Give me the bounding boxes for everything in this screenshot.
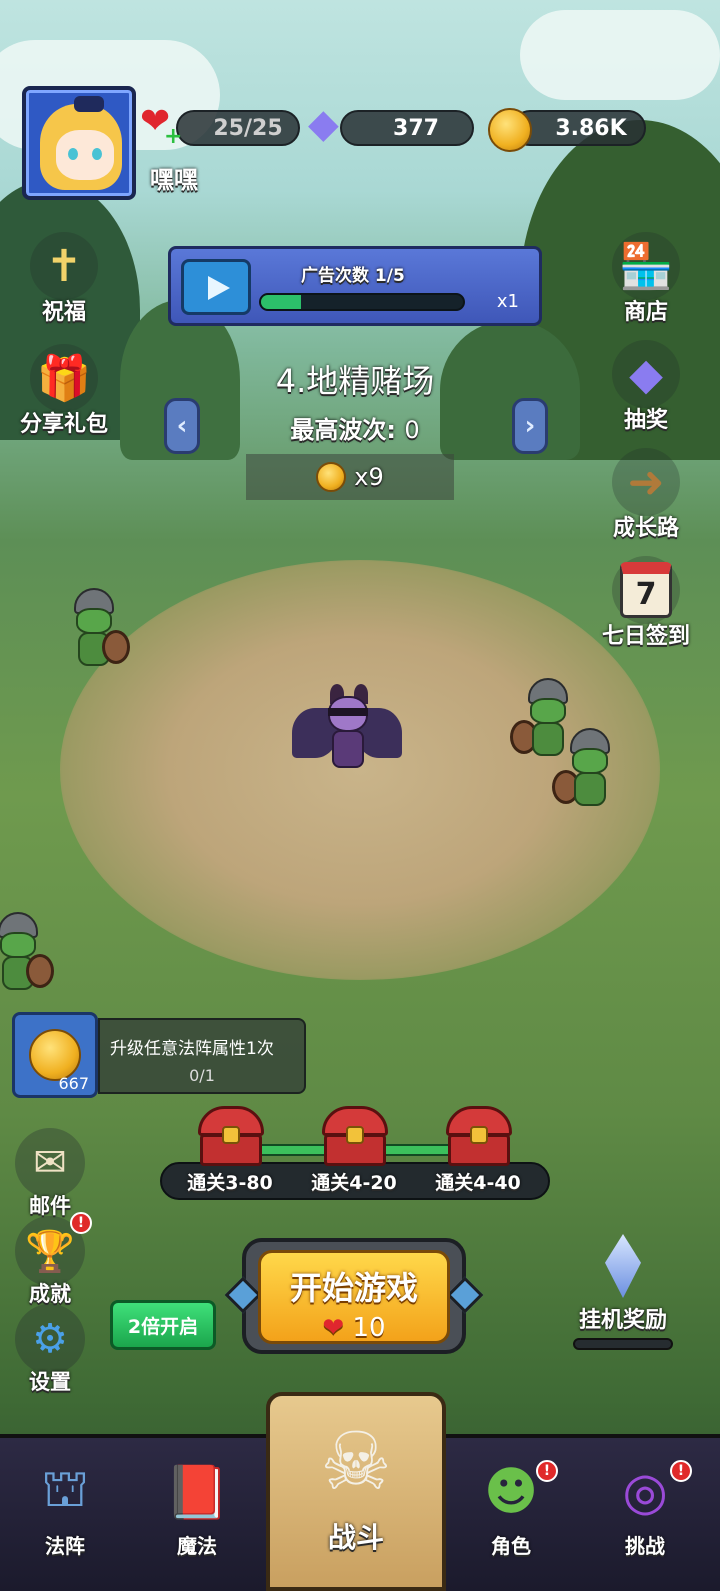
settings-label: 设置: [29, 1370, 71, 1394]
spellbook-icon: 📕: [164, 1462, 230, 1523]
chest-icon[interactable]: [198, 1106, 264, 1166]
challenge-alert-badge: !: [670, 1460, 692, 1482]
hearts-counter: 25/25: [176, 110, 300, 146]
chest-icon[interactable]: [446, 1106, 512, 1166]
seven-day-checkin-label: 七日签到: [601, 624, 690, 649]
next-level-arrow[interactable]: ›: [512, 398, 548, 454]
nav-formation[interactable]: ⛫ 法阵: [10, 1450, 120, 1559]
nav-challenge-label: 挑战: [625, 1534, 665, 1558]
envelope-icon: ✉: [15, 1128, 85, 1198]
calendar-day: 7: [620, 562, 672, 618]
settings-button[interactable]: ⚙ 设置: [12, 1304, 88, 1396]
goblin-enemy: [0, 912, 54, 998]
start-cost-value: 10: [352, 1313, 386, 1343]
nav-formation-label: 法阵: [45, 1534, 85, 1558]
nav-magic[interactable]: 📕 魔法: [142, 1450, 252, 1559]
shop-button[interactable]: 🏪 商店: [596, 232, 696, 326]
nav-battle[interactable]: ☠ 战斗: [266, 1392, 446, 1591]
calendar-icon: 7: [612, 556, 680, 624]
ad-count-label: 广告次数 1/5: [301, 266, 405, 286]
idle-reward-bar: [573, 1338, 673, 1350]
nav-character-label: 角色: [491, 1534, 531, 1558]
seven-day-checkin-button[interactable]: 7 七日签到: [596, 556, 696, 650]
achievements-alert-badge: !: [70, 1212, 92, 1234]
player-avatar[interactable]: [22, 86, 136, 200]
level-reward-amount: x9: [354, 463, 384, 491]
double-speed-button[interactable]: 2倍开启: [110, 1300, 216, 1350]
tower-icon: ⛫: [41, 1458, 89, 1519]
best-wave: 最高波次: 0: [200, 410, 510, 445]
lottery-button[interactable]: ◆ 抽奖: [596, 340, 696, 434]
coins-value: 3.86K: [555, 115, 627, 141]
growth-road-label: 成长路: [612, 516, 679, 541]
goblin-enemy: [552, 728, 618, 814]
idle-reward-label: 挂机奖励: [578, 1308, 667, 1333]
ad-progress-bar: [259, 293, 465, 311]
coin-icon: [488, 108, 532, 152]
gems-counter: 377: [340, 110, 474, 146]
player-name: 嘿嘿: [150, 166, 198, 194]
idle-crystal-icon: [605, 1234, 641, 1298]
quest-text: 升级任意法阵属性1次: [110, 1039, 274, 1059]
quest-progress: 0/1: [189, 1066, 215, 1085]
ad-reward-panel[interactable]: 广告次数 1/5 x1: [168, 246, 542, 326]
coins-counter: 3.86K: [512, 110, 646, 146]
start-game-cost: ❤ 10: [261, 1313, 447, 1343]
lottery-label: 抽奖: [623, 408, 668, 433]
quest-card[interactable]: 667 升级任意法阵属性1次 0/1: [12, 1012, 308, 1100]
video-play-icon: [181, 259, 251, 315]
blessing-label: 祝福: [41, 300, 86, 325]
best-wave-value: 0: [404, 416, 420, 444]
nav-magic-label: 魔法: [177, 1534, 217, 1558]
share-gift-button[interactable]: 🎁 分享礼包: [14, 344, 114, 438]
shop-label: 商店: [623, 300, 668, 325]
hero-demon-character: [292, 684, 402, 784]
chest-label: 通关4-20: [311, 1172, 397, 1194]
ad-multiplier: x1: [496, 291, 519, 312]
gift-icon: 🎁: [30, 344, 98, 412]
quest-reward-icon: 667: [12, 1012, 98, 1098]
signpost-icon: ➜: [612, 448, 680, 516]
start-game-button[interactable]: 开始游戏 ❤ 10: [224, 1238, 484, 1354]
coin-icon: [316, 462, 347, 492]
chest-icon[interactable]: [322, 1106, 388, 1166]
nav-battle-label: 战斗: [327, 1521, 384, 1554]
ad-progress-fill: [261, 295, 302, 309]
gear-icon: ⚙: [15, 1304, 85, 1374]
hearts-value: 25/25: [213, 115, 283, 141]
heart-icon: ❤: [322, 1313, 345, 1343]
heart-plus-icon[interactable]: ❤ +: [140, 104, 182, 148]
previous-level-arrow[interactable]: ‹: [164, 398, 200, 454]
chest-label: 通关3-80: [187, 1172, 273, 1194]
goblin-enemy: [66, 588, 130, 674]
best-wave-label: 最高波次:: [290, 416, 396, 444]
gems-value: 377: [393, 115, 439, 141]
idle-reward-button[interactable]: 挂机奖励: [566, 1234, 680, 1350]
level-title: 4.地精赌场: [275, 362, 435, 400]
growth-road-button[interactable]: ➜ 成长路: [596, 448, 696, 542]
crystal-icon: ◆: [612, 340, 680, 408]
shop-icon: 🏪: [612, 232, 680, 300]
share-gift-label: 分享礼包: [19, 412, 108, 437]
gem-icon: ◆: [308, 101, 339, 147]
cross-icon: ✝: [30, 232, 98, 300]
character-alert-badge: !: [536, 1460, 558, 1482]
quest-reward-amount: 667: [58, 1074, 89, 1093]
blessing-button[interactable]: ✝ 祝福: [14, 232, 114, 326]
start-game-label: 开始游戏: [289, 1269, 418, 1307]
skull-swords-icon: ☠: [320, 1414, 392, 1508]
mail-button[interactable]: ✉ 邮件: [12, 1128, 88, 1220]
level-reward: x9: [246, 454, 454, 500]
chest-label: 通关4-40: [435, 1172, 521, 1194]
